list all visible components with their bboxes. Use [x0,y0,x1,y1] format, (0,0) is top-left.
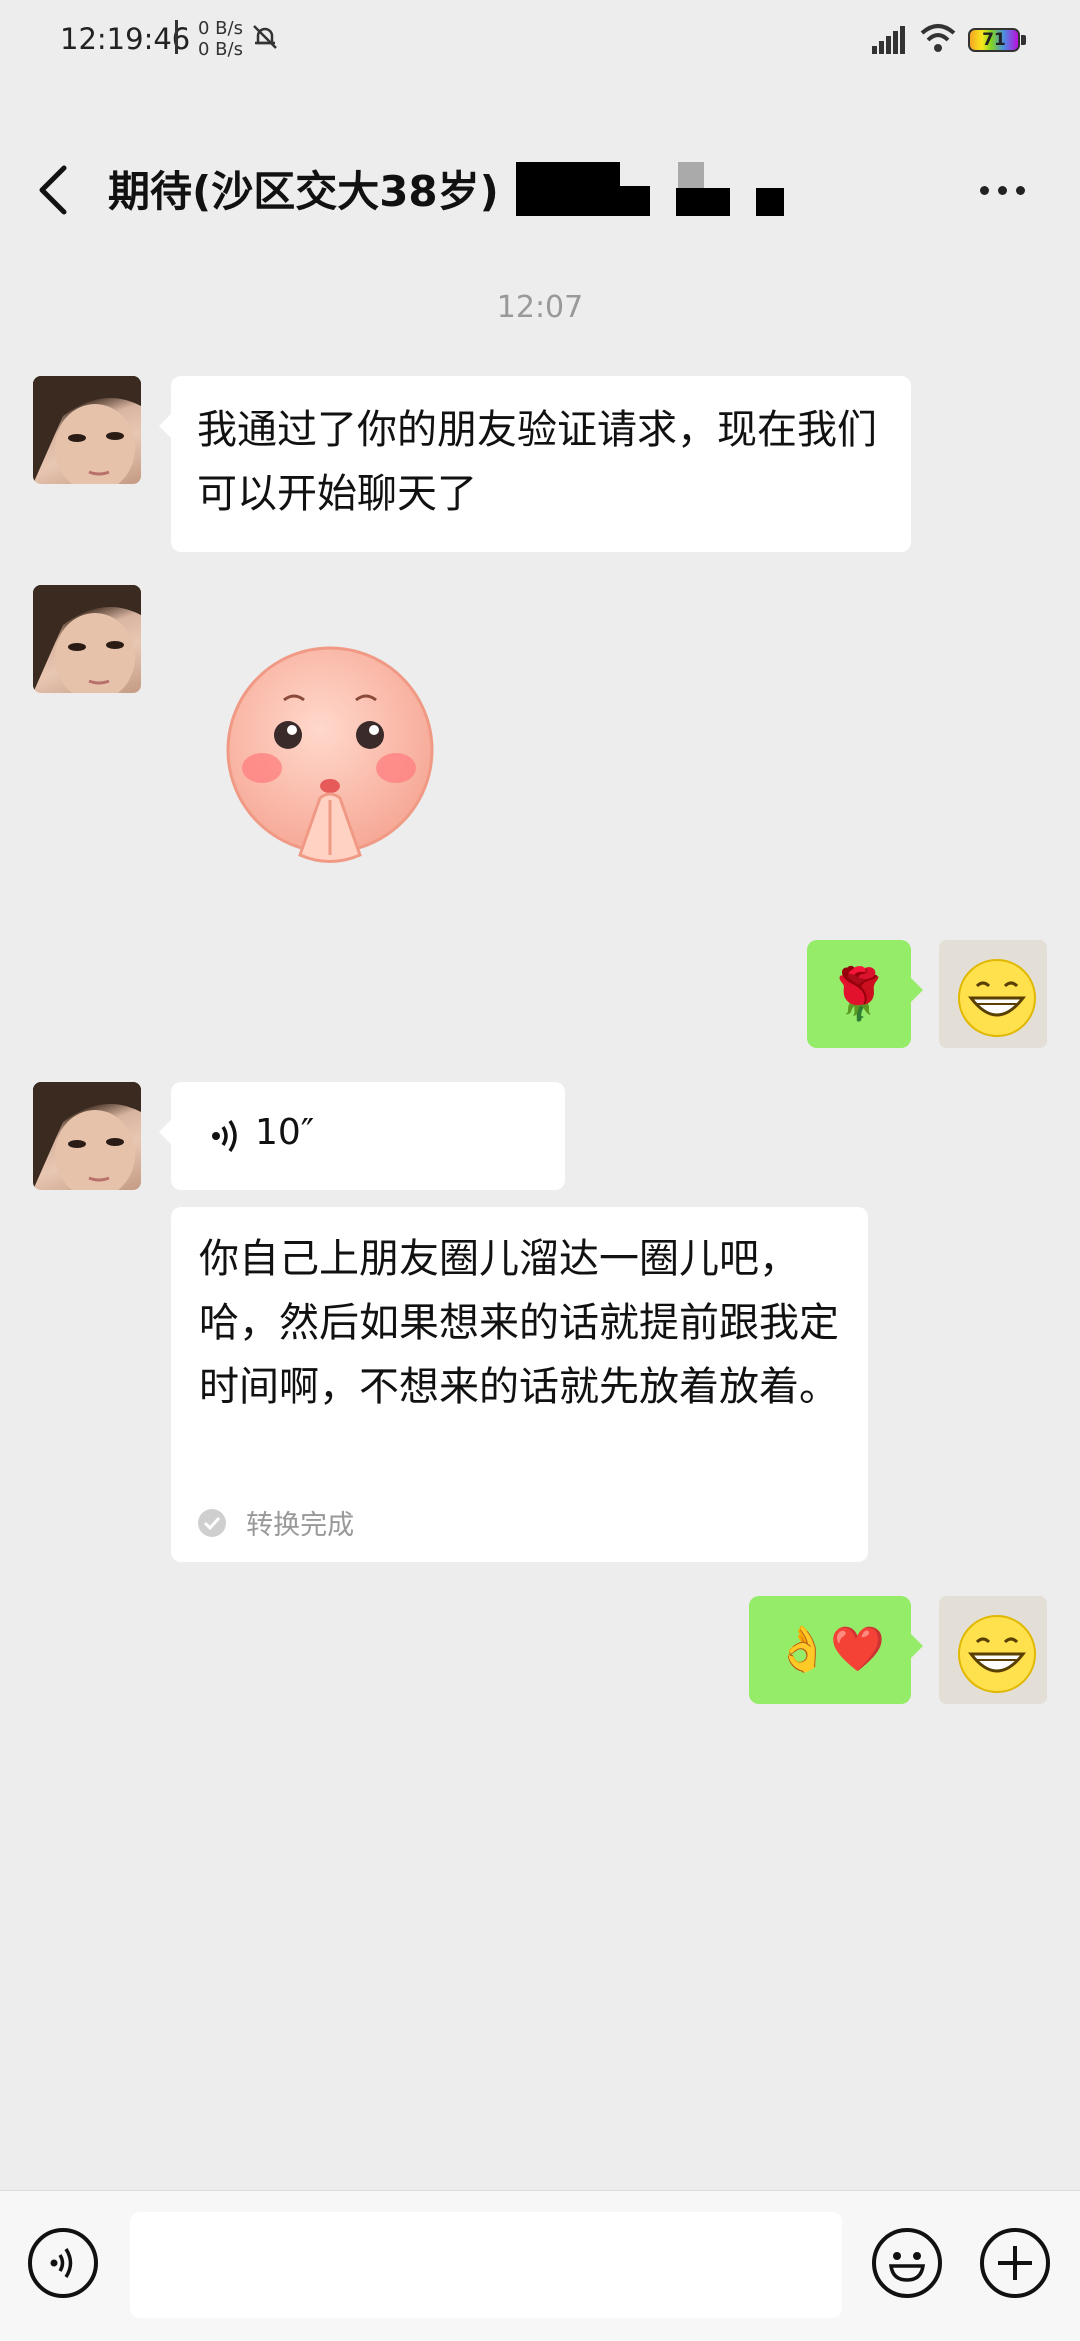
message-bubble[interactable]: 🌹 [807,940,923,1048]
message-timestamp: 12:07 [496,290,584,325]
contact-avatar[interactable] [33,585,141,693]
battery-icon: 71 [968,28,1028,54]
message-bubble[interactable]: 👌❤️ [749,1596,923,1704]
notification-off-icon [253,25,277,49]
smiley-avatar-icon [939,1596,1047,1704]
net-down: 0 B/s [198,39,243,60]
check-circle-icon [198,1508,226,1537]
voice-duration: 10″ [255,1112,315,1153]
redaction-block [620,186,650,216]
voice-icon [50,2248,73,2278]
smiley-icon [888,2252,926,2282]
message-emoji: 🌹 [827,965,891,1023]
message-input[interactable] [130,2212,842,2318]
redaction-block [756,188,784,216]
more-functions-button[interactable] [980,2228,1050,2298]
redaction-block [676,188,730,216]
my-avatar[interactable] [939,940,1047,1048]
contact-avatar[interactable] [33,1082,141,1190]
transcript-text: 你自己上朋友圈儿溜达一圈儿吧，哈，然后如果想来的话就提前跟我定时间啊，不想来的话… [199,1236,839,1410]
status-time: 12:19:46 [60,22,191,56]
voice-input-button[interactable] [28,2228,98,2298]
voice-wave-icon [212,1120,237,1152]
more-options-button[interactable] [976,170,1030,210]
voice-transcript-bubble[interactable]: 你自己上朋友圈儿溜达一圈儿吧，哈，然后如果想来的话就提前跟我定时间啊，不想来的话… [171,1207,868,1562]
message-bubble[interactable]: 我通过了你的朋友验证请求，现在我们可以开始聊天了 [159,376,911,552]
chat-title: 期待(沙区交大38岁) [108,167,499,216]
voice-message-bubble[interactable]: 10″ [159,1082,565,1190]
redaction-block [516,162,620,216]
smiley-avatar-icon [939,940,1047,1048]
contact-avatar[interactable] [33,376,141,484]
message-text: 我通过了你的朋友验证请求，现在我们可以开始聊天了 [197,407,877,517]
transcript-status-text: 转换完成 [246,1510,355,1541]
status-separator [175,20,178,54]
shy-pink-face-sticker[interactable] [220,640,440,870]
status-bar: 12:19:46 0 B/s 0 B/s 71 [0,0,1080,84]
transcript-status: 转换完成 [197,1503,354,1542]
net-up: 0 B/s [198,18,243,39]
emoji-button[interactable] [872,2228,942,2298]
network-speed: 0 B/s 0 B/s [198,18,243,60]
plus-icon [998,2246,1032,2280]
signal-icon [872,26,905,54]
redaction-block [678,162,704,188]
battery-level: 71 [982,30,1006,50]
message-emoji: 👌❤️ [775,1624,885,1675]
my-avatar[interactable] [939,1596,1047,1704]
back-button[interactable] [32,162,76,218]
contact-photo [33,376,141,484]
wifi-icon [920,24,956,52]
contact-photo [33,585,141,693]
contact-photo [33,1082,141,1190]
